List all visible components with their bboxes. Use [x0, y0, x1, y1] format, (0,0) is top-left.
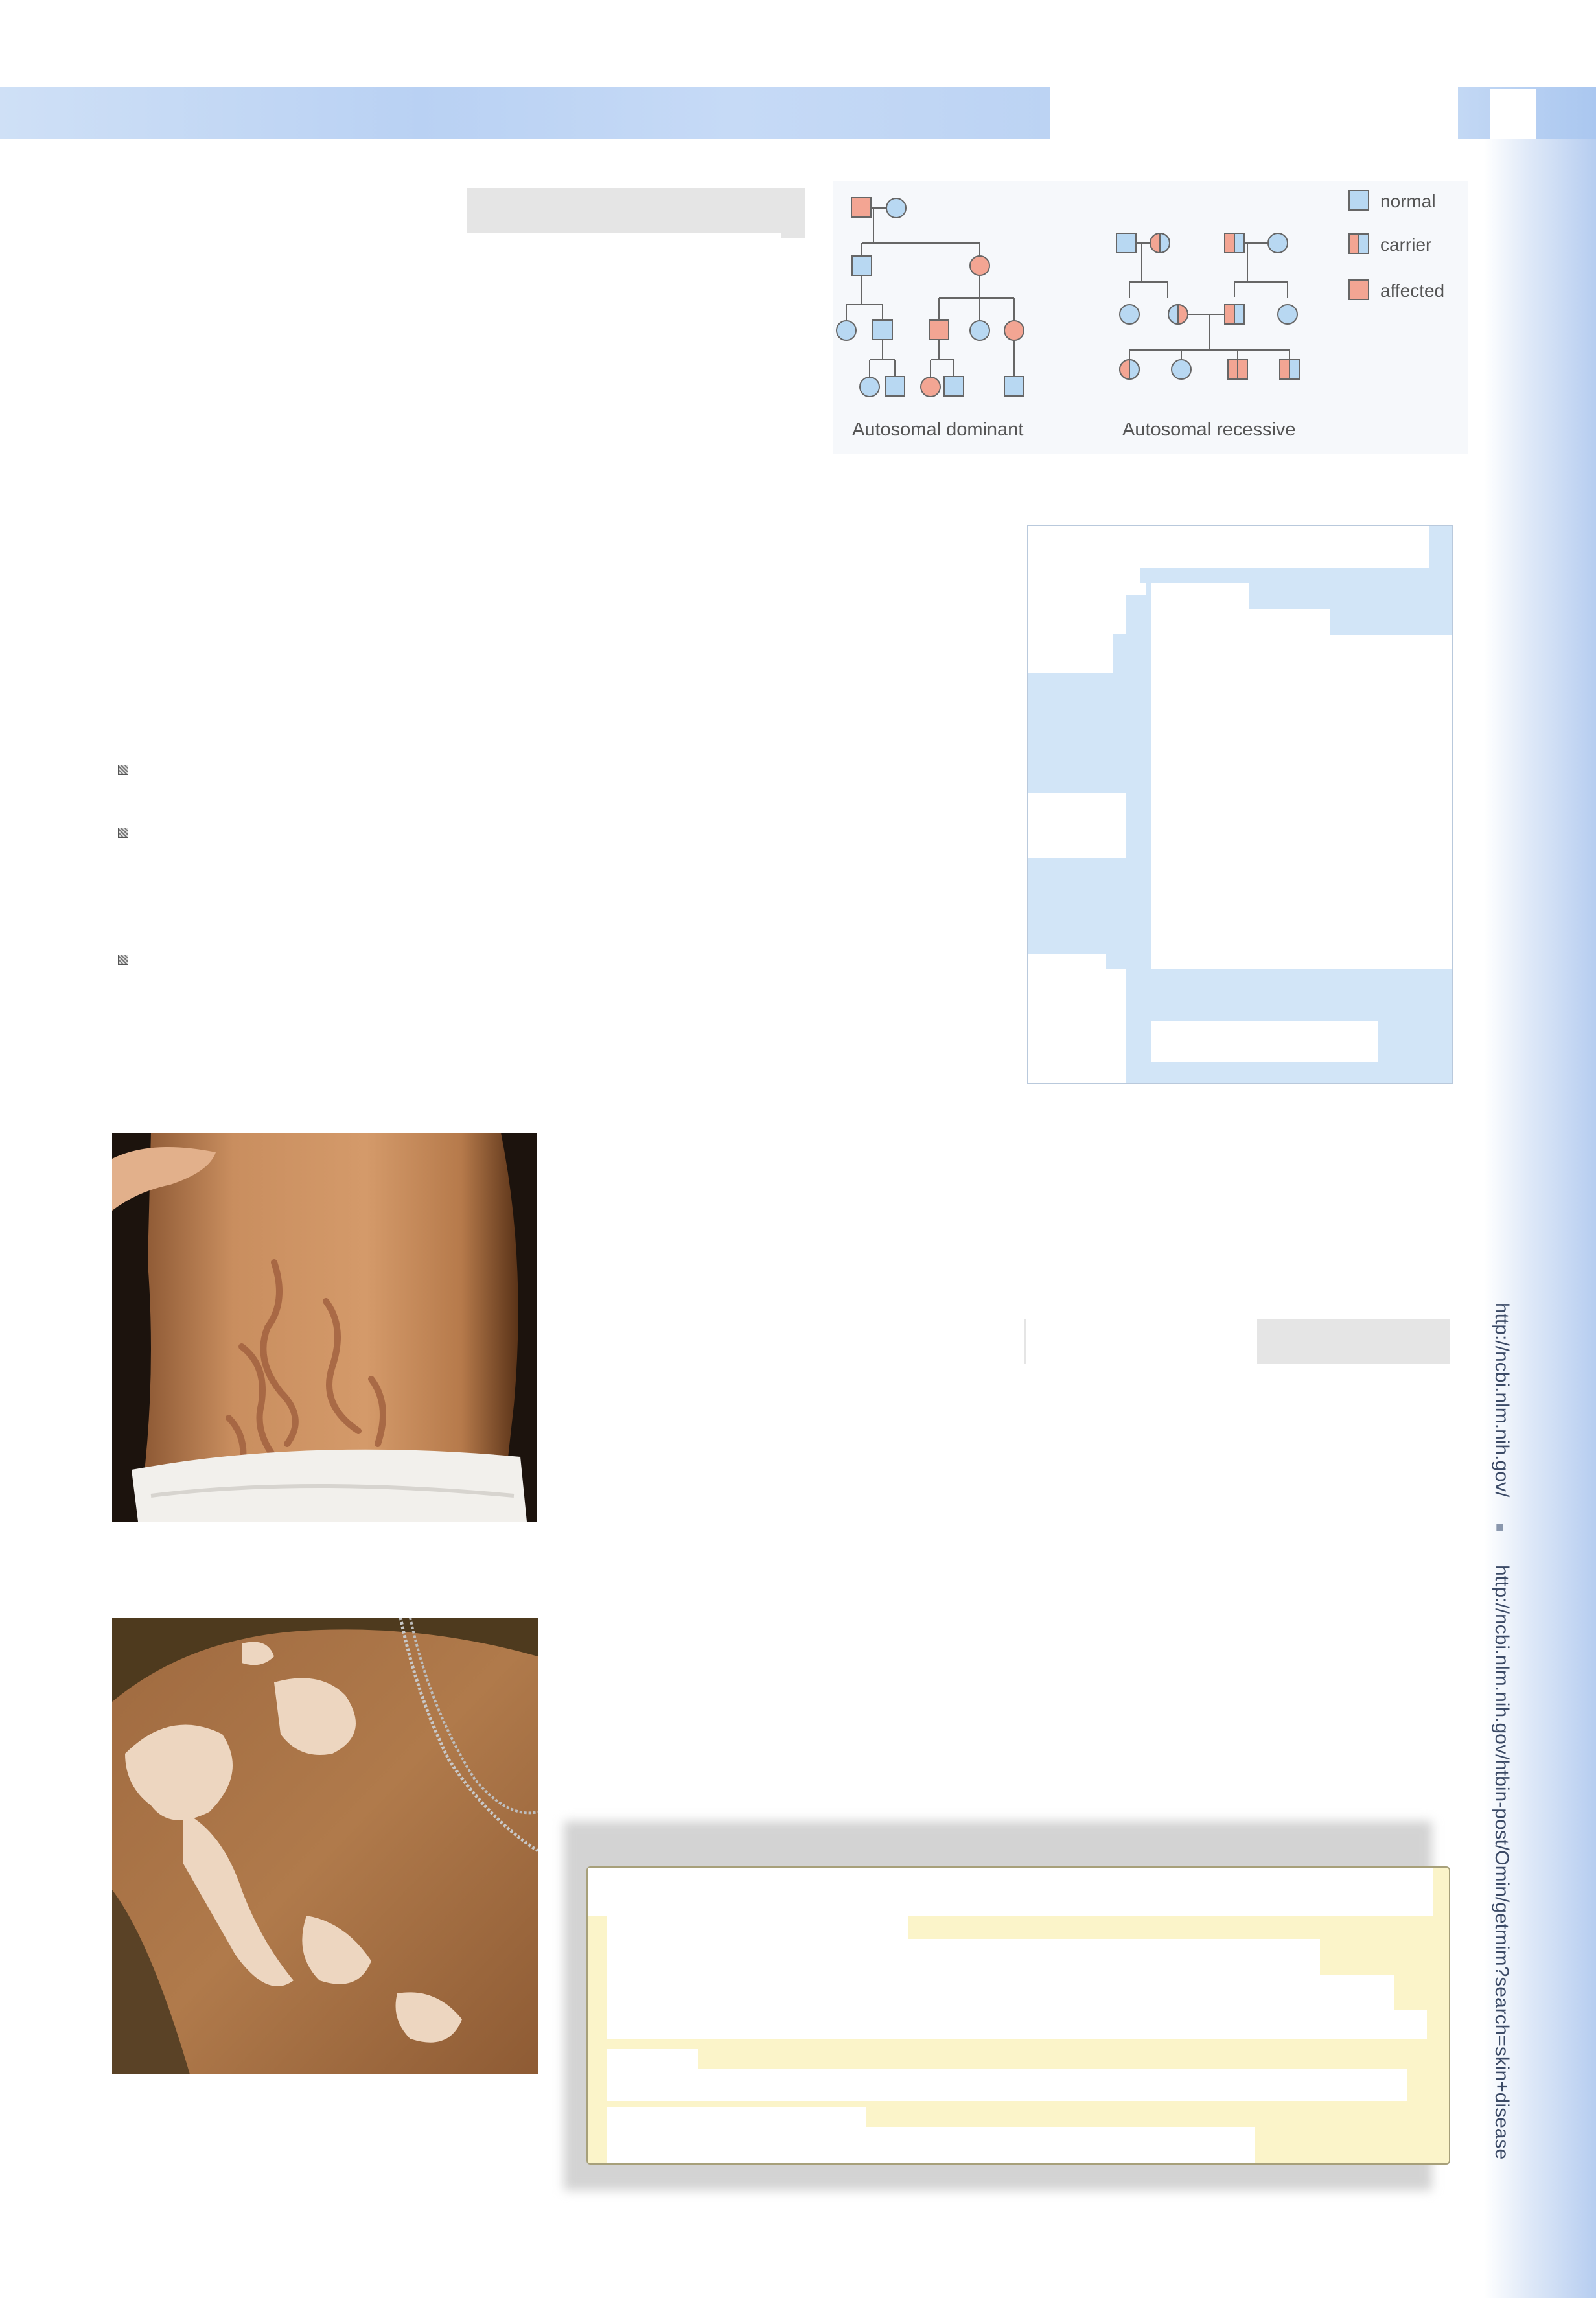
pedigree-lines: [846, 207, 1290, 377]
blue-info-box: [1027, 525, 1453, 1084]
legend-affected-label: affected: [1380, 281, 1444, 301]
legend-normal-label: normal: [1380, 191, 1436, 211]
side-url-links: http://ncbi.nlm.nih.gov/ ■ http://ncbi.n…: [1484, 1303, 1523, 2171]
side-link-separator: ■: [1492, 1523, 1509, 1531]
bullet-marker: [118, 765, 128, 775]
bullet-marker: [118, 828, 128, 838]
yellow-callout-box: [586, 1866, 1450, 2165]
legend-carrier-label: carrier: [1380, 235, 1431, 255]
side-link-ncbi[interactable]: http://ncbi.nlm.nih.gov/: [1491, 1303, 1512, 1498]
bullet-marker: [118, 955, 128, 965]
section-heading-bar: [467, 188, 805, 233]
pedigree-legend: normal carrier affected: [1348, 190, 1444, 301]
legend-affected-swatch: [1348, 279, 1369, 300]
heading-rule: [1024, 1319, 1026, 1364]
clinical-photo-shoulder: [112, 1618, 538, 2074]
legend-normal-swatch: [1348, 190, 1369, 211]
caption-recessive: Autosomal recessive: [1122, 419, 1296, 440]
pedigree-recessive: [1116, 233, 1300, 380]
caption-dominant: Autosomal dominant: [852, 419, 1023, 440]
side-link-omim[interactable]: http://ncbi.nlm.nih.gov/htbin-post/Omin/…: [1491, 1565, 1512, 2159]
page-tab: [1490, 89, 1536, 140]
section-heading-bar-tab: [781, 214, 805, 238]
section-heading-bar: [1257, 1319, 1450, 1364]
pedigree-figure: normal carrier affected Autosomal domina…: [833, 181, 1468, 454]
clinical-photo-back: [112, 1133, 537, 1522]
header-band: [0, 87, 1050, 139]
